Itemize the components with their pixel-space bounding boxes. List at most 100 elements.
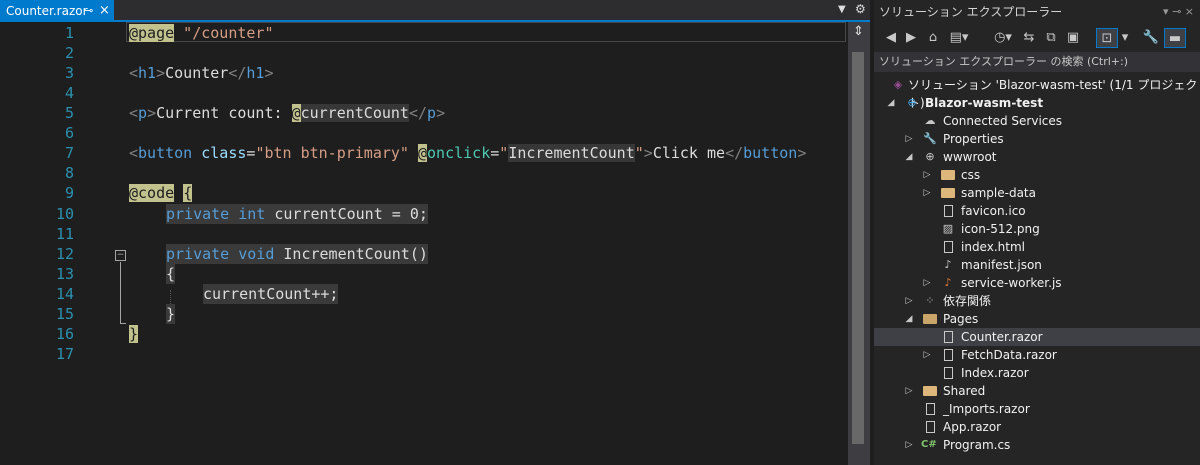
collapse-arrow-icon[interactable]: ▷: [904, 292, 914, 310]
tree-item-index-html[interactable]: index.html: [874, 238, 1200, 256]
line-number: 14: [55, 285, 74, 303]
tree-item-fetchdata-razor[interactable]: ▷ FetchData.razor: [874, 346, 1200, 364]
code-line-10[interactable]: private int currentCount = 0;: [166, 204, 428, 224]
collapse-arrow-icon[interactable]: ▷: [922, 274, 932, 292]
tree-item-app-razor[interactable]: App.razor: [874, 418, 1200, 436]
project-icon: ⊕: [907, 96, 917, 109]
vertical-scrollbar[interactable]: ⇕: [848, 22, 870, 465]
connected-services-icon: ☁: [924, 114, 936, 127]
file-icon: [944, 205, 953, 217]
collapse-arrow-icon[interactable]: ▷: [904, 382, 914, 400]
dock-icon[interactable]: ▬: [1164, 28, 1186, 48]
tree-item-label: css: [961, 168, 981, 182]
tree-item-imports-razor[interactable]: _Imports.razor: [874, 400, 1200, 418]
panel-title: ソリューション エクスプローラー: [879, 5, 1063, 19]
back-icon[interactable]: ◀: [882, 28, 900, 48]
folder-icon: [941, 188, 955, 198]
chevron-down-icon[interactable]: ▾: [1120, 28, 1130, 48]
home-icon[interactable]: ⌂: [924, 28, 942, 48]
properties-icon: 🔧: [923, 132, 937, 145]
wrench-icon[interactable]: 🔧: [1142, 28, 1160, 48]
code-line-5[interactable]: <p>Current count: @currentCount</p>: [129, 103, 445, 123]
html-file-icon: [944, 241, 953, 253]
preview-selected-icon[interactable]: ⊡: [1096, 28, 1118, 48]
code-line-3[interactable]: <h1>Counter</h1>: [129, 63, 274, 83]
tree-item-favicon[interactable]: favicon.ico: [874, 202, 1200, 220]
tree-item-label: App.razor: [943, 420, 1002, 434]
line-number: 8: [64, 164, 74, 182]
pending-changes-icon[interactable]: ◷▾: [990, 28, 1016, 48]
razor-at: @: [418, 144, 428, 162]
collapse-arrow-icon[interactable]: ▷: [904, 130, 914, 148]
expand-arrow-icon[interactable]: ◢: [904, 310, 914, 328]
code-line-12[interactable]: private void IncrementCount(): [166, 244, 428, 264]
show-all-files-icon[interactable]: ▣: [1064, 28, 1082, 48]
globe-icon: ⊕: [925, 150, 935, 163]
line-number: 2: [64, 44, 74, 62]
text-content: Current count:: [156, 104, 292, 122]
tag-bracket: <: [129, 104, 139, 122]
expand-arrow-icon[interactable]: ◢: [886, 94, 896, 112]
tree-item-icon-512[interactable]: ▨ icon-512.png: [874, 220, 1200, 238]
tree-item-sample-data[interactable]: ▷ sample-data: [874, 184, 1200, 202]
folder-icon: [923, 386, 937, 396]
line-number: 7: [64, 144, 74, 162]
tree-item-solution[interactable]: ◈ ソリューション 'Blazor-wasm-test' (1/1 プロジェクト…: [874, 76, 1200, 110]
close-icon[interactable]: ×: [99, 0, 110, 22]
tree-item-index-razor[interactable]: Index.razor: [874, 364, 1200, 382]
code-line-13[interactable]: {: [166, 264, 176, 284]
collapse-icon[interactable]: −: [115, 250, 126, 261]
tree-item-counter-razor[interactable]: Counter.razor: [874, 328, 1200, 346]
split-icon[interactable]: ⇕: [853, 24, 864, 39]
tree-item-shared[interactable]: ▷ Shared: [874, 382, 1200, 400]
csharp-file-icon: C#: [921, 439, 937, 450]
solution-search-input[interactable]: ソリューション エクスプローラー の検索 (Ctrl+:): [874, 52, 1200, 72]
tree-item-label: icon-512.png: [961, 222, 1040, 236]
tag-bracket: >: [147, 104, 157, 122]
tree-item-program-cs[interactable]: ▷ C# Program.cs: [874, 436, 1200, 454]
tree-item-pages[interactable]: ◢ Pages: [874, 310, 1200, 328]
scrollbar-thumb[interactable]: [852, 52, 864, 444]
event-attribute: onclick: [427, 144, 491, 162]
tree-item-properties[interactable]: ▷ 🔧 Properties: [874, 130, 1200, 148]
code-line-1[interactable]: @page "/counter": [129, 23, 274, 43]
collapse-arrow-icon[interactable]: ▷: [922, 166, 932, 184]
tree-item-manifest-json[interactable]: ♪ manifest.json: [874, 256, 1200, 274]
tree-item-wwwroot[interactable]: ◢ ⊕ wwwroot: [874, 148, 1200, 166]
pin-icon[interactable]: ⊸: [84, 0, 93, 22]
tree-item-label: Connected Services: [943, 114, 1063, 128]
panel-options-icon[interactable]: ▾ ⊸ ×: [1163, 0, 1194, 24]
tree-item-dependencies[interactable]: ▷ ⁘ 依存関係: [874, 292, 1200, 310]
expand-arrow-icon[interactable]: ◢: [904, 148, 914, 166]
tree-item-connected-services[interactable]: ☁ Connected Services: [874, 112, 1200, 130]
tab-counter-razor[interactable]: Counter.razor ⊸ ×: [0, 0, 114, 22]
code-line-16[interactable]: }: [129, 324, 139, 344]
collapse-arrow-icon[interactable]: ▷: [922, 346, 932, 364]
code-line-15[interactable]: }: [166, 304, 176, 324]
code-line-14[interactable]: currentCount++;: [203, 284, 339, 304]
tree-item-label: _Imports.razor: [943, 402, 1030, 416]
brace: }: [129, 325, 139, 343]
gear-icon[interactable]: ⚙: [855, 2, 866, 16]
code-area[interactable]: 1 2 3 4 5 6 7 8 9 10 11 12 13 14 15 16 1…: [0, 22, 848, 465]
tree-item-label: service-worker.js: [961, 276, 1062, 290]
chevron-down-icon[interactable]: ▼: [838, 4, 846, 15]
forward-icon[interactable]: ▶: [902, 28, 920, 48]
switch-views-icon[interactable]: ▤▾: [946, 28, 972, 48]
tree-item-project[interactable]: ◢ ⊕ Blazor-wasm-test: [874, 94, 1200, 112]
line-number: 13: [55, 265, 74, 283]
text-content: Click me: [652, 144, 726, 162]
code-line-9[interactable]: @code {: [129, 183, 193, 203]
collapse-arrow-icon[interactable]: ▷: [904, 436, 914, 454]
code-line-7[interactable]: <button class="btn btn-primary" @onclick…: [129, 143, 806, 163]
line-number: 17: [55, 345, 74, 363]
image-icon: ▨: [942, 222, 954, 235]
sync-icon[interactable]: ⇆: [1020, 28, 1038, 48]
collapse-all-icon[interactable]: ⧉: [1042, 28, 1060, 48]
collapse-arrow-icon[interactable]: ▷: [922, 184, 932, 202]
tree-item-service-worker[interactable]: ▷ ♪ service-worker.js: [874, 274, 1200, 292]
code-editor[interactable]: Counter.razor ⊸ × ▼ ⚙ 1 2 3 4 5 6 7 8 9 …: [0, 0, 870, 465]
tree-item-css[interactable]: ▷ css: [874, 166, 1200, 184]
line-number: 12: [55, 245, 74, 263]
folder-open-icon: [923, 314, 937, 324]
